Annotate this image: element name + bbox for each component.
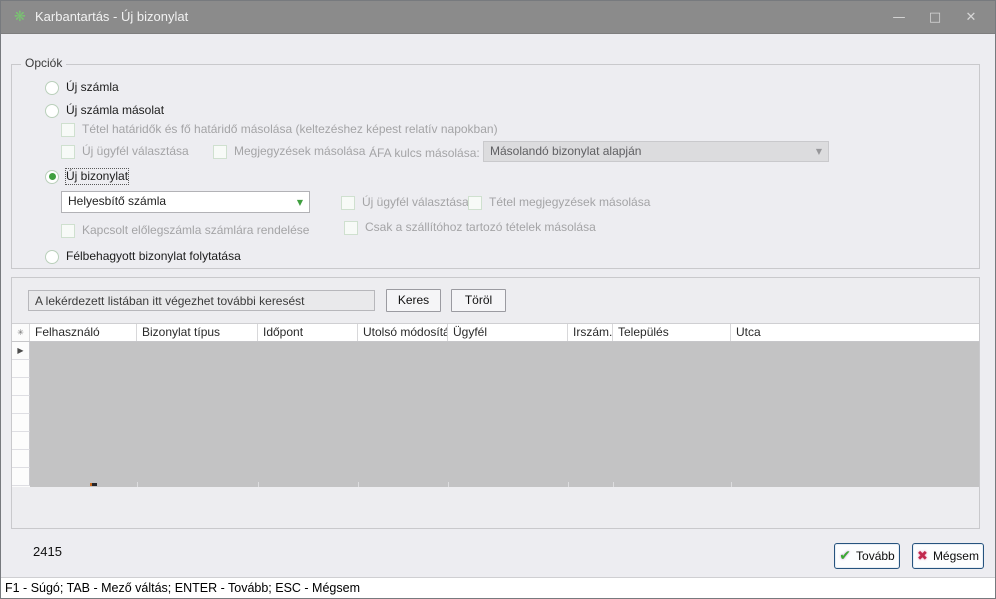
clear-button[interactable]: Töröl — [451, 289, 506, 312]
window-controls: — □ ✕ — [881, 1, 989, 34]
table-header-row: ✳ Felhasználó Bizonylat típus Időpont Ut… — [12, 323, 979, 342]
current-row-indicator[interactable]: ▶ — [12, 342, 30, 360]
document-type-dropdown-value: Helyesbítő számla — [68, 194, 166, 208]
document-type-dropdown[interactable]: Helyesbítő számla ▼ — [61, 191, 310, 213]
table-row[interactable] — [12, 414, 30, 432]
check-icon: ✔ — [839, 549, 851, 563]
table-row[interactable] — [12, 450, 30, 468]
checkbox-box — [61, 224, 75, 238]
radio-circle — [45, 104, 59, 118]
cancel-button-label: Mégsem — [933, 549, 979, 563]
checkbox-item-notes-label: Tétel megjegyzések másolása — [489, 195, 650, 210]
status-bar-text: F1 - Súgó; TAB - Mező váltás; ENTER - To… — [5, 581, 360, 595]
column-header-bizonylat-tipus[interactable]: Bizonylat típus — [137, 324, 258, 341]
chevron-down-icon: ▼ — [816, 148, 822, 156]
radio-new-document-label: Új bizonylat — [66, 169, 128, 184]
checkbox-item-notes[interactable]: Tétel megjegyzések másolása — [468, 195, 650, 210]
row-selector-header-icon: ✳ — [12, 324, 30, 341]
checkbox-box — [341, 196, 355, 210]
table-row[interactable] — [12, 360, 30, 378]
window-title: Karbantartás - Új bizonylat — [35, 9, 188, 24]
row-selector-column: ▶ — [12, 342, 30, 487]
checkbox-box — [61, 145, 75, 159]
cancel-button[interactable]: ✖ Mégsem — [912, 543, 984, 569]
radio-circle-selected — [45, 170, 59, 184]
column-header-ugyfel[interactable]: Ügyfél — [448, 324, 568, 341]
table-row[interactable] — [12, 396, 30, 414]
radio-invoice-copy-label: Új számla másolat — [66, 103, 164, 118]
checkbox-box — [468, 196, 482, 210]
radio-invoice-copy[interactable]: Új számla másolat — [45, 103, 164, 118]
column-header-utca[interactable]: Utca — [731, 324, 979, 341]
column-header-utolso-modositas[interactable]: Utolsó módosítás — [358, 324, 448, 341]
radio-new-document[interactable]: Új bizonylat — [45, 169, 128, 184]
radio-new-invoice[interactable]: Új számla — [45, 80, 119, 95]
cancel-x-icon: ✖ — [917, 550, 928, 563]
table-row[interactable] — [12, 468, 30, 486]
column-header-felhasznalo[interactable]: Felhasználó — [30, 324, 137, 341]
next-button[interactable]: ✔ Tovább — [834, 543, 900, 569]
status-bar: F1 - Súgó; TAB - Mező váltás; ENTER - To… — [1, 577, 995, 599]
checkbox-new-client-doc[interactable]: Új ügyfél választása — [341, 195, 469, 210]
app-icon: ❋ — [14, 9, 26, 25]
checkbox-box — [344, 221, 358, 235]
checkbox-linked-advance-label: Kapcsolt előlegszámla számlára rendelése — [82, 223, 309, 238]
column-header-irszam[interactable]: Irszám. — [568, 324, 613, 341]
radio-new-invoice-label: Új számla — [66, 80, 119, 95]
checkbox-new-client-copy-label: Új ügyfél választása — [82, 144, 189, 159]
chevron-down-icon: ▼ — [297, 199, 303, 207]
checkbox-new-client-doc-label: Új ügyfél választása — [362, 195, 469, 210]
close-icon[interactable]: ✕ — [953, 10, 989, 25]
table-row[interactable] — [12, 432, 30, 450]
checkbox-copy-notes[interactable]: Megjegyzések másolása — [213, 144, 365, 159]
record-count: 2415 — [33, 544, 62, 559]
options-groupbox: Opciók Új számla Új számla másolat Tétel… — [11, 64, 980, 269]
checkbox-box — [61, 123, 75, 137]
maintenance-new-document-dialog: ❋ Karbantartás - Új bizonylat — □ ✕ Opci… — [0, 0, 996, 599]
table-body: ▶ — [12, 342, 979, 487]
table-row[interactable] — [12, 378, 30, 396]
checkbox-supplier-items-label: Csak a szállítóhoz tartozó tételek másol… — [365, 220, 596, 235]
column-header-telepules[interactable]: Település — [613, 324, 731, 341]
radio-circle — [45, 250, 59, 264]
checkbox-new-client-copy[interactable]: Új ügyfél választása — [61, 144, 189, 159]
checkbox-linked-advance[interactable]: Kapcsolt előlegszámla számlára rendelése — [61, 223, 309, 238]
vat-copy-dropdown[interactable]: Másolandó bizonylat alapján ▼ — [483, 141, 829, 162]
search-button[interactable]: Keres — [386, 289, 441, 312]
vat-copy-dropdown-value: Másolandó bizonylat alapján — [490, 144, 641, 158]
radio-circle — [45, 81, 59, 95]
search-input[interactable] — [28, 290, 375, 311]
titlebar: ❋ Karbantartás - Új bizonylat — □ ✕ — [1, 1, 995, 34]
checkbox-copy-deadlines[interactable]: Tétel határidők és fő határidő másolása … — [61, 122, 498, 137]
results-panel: Keres Töröl ✳ Felhasználó Bizonylat típu… — [11, 277, 980, 529]
checkbox-box — [213, 145, 227, 159]
checkbox-supplier-items[interactable]: Csak a szállítóhoz tartozó tételek másol… — [344, 220, 596, 235]
radio-continue-document-label: Félbehagyott bizonylat folytatása — [66, 249, 241, 264]
maximize-icon[interactable]: □ — [917, 10, 953, 25]
next-button-label: Tovább — [856, 549, 895, 563]
checkbox-copy-deadlines-label: Tétel határidők és fő határidő másolása … — [82, 122, 498, 137]
minimize-icon[interactable]: — — [881, 10, 917, 25]
empty-results-area — [30, 342, 979, 487]
cursor-artifact — [90, 483, 97, 486]
radio-continue-document[interactable]: Félbehagyott bizonylat folytatása — [45, 249, 241, 264]
column-header-idopont[interactable]: Időpont — [258, 324, 358, 341]
checkbox-copy-notes-label: Megjegyzések másolása — [234, 144, 365, 159]
options-group-label: Opciók — [21, 56, 66, 70]
vat-copy-label: ÁFA kulcs másolása: — [369, 146, 480, 160]
